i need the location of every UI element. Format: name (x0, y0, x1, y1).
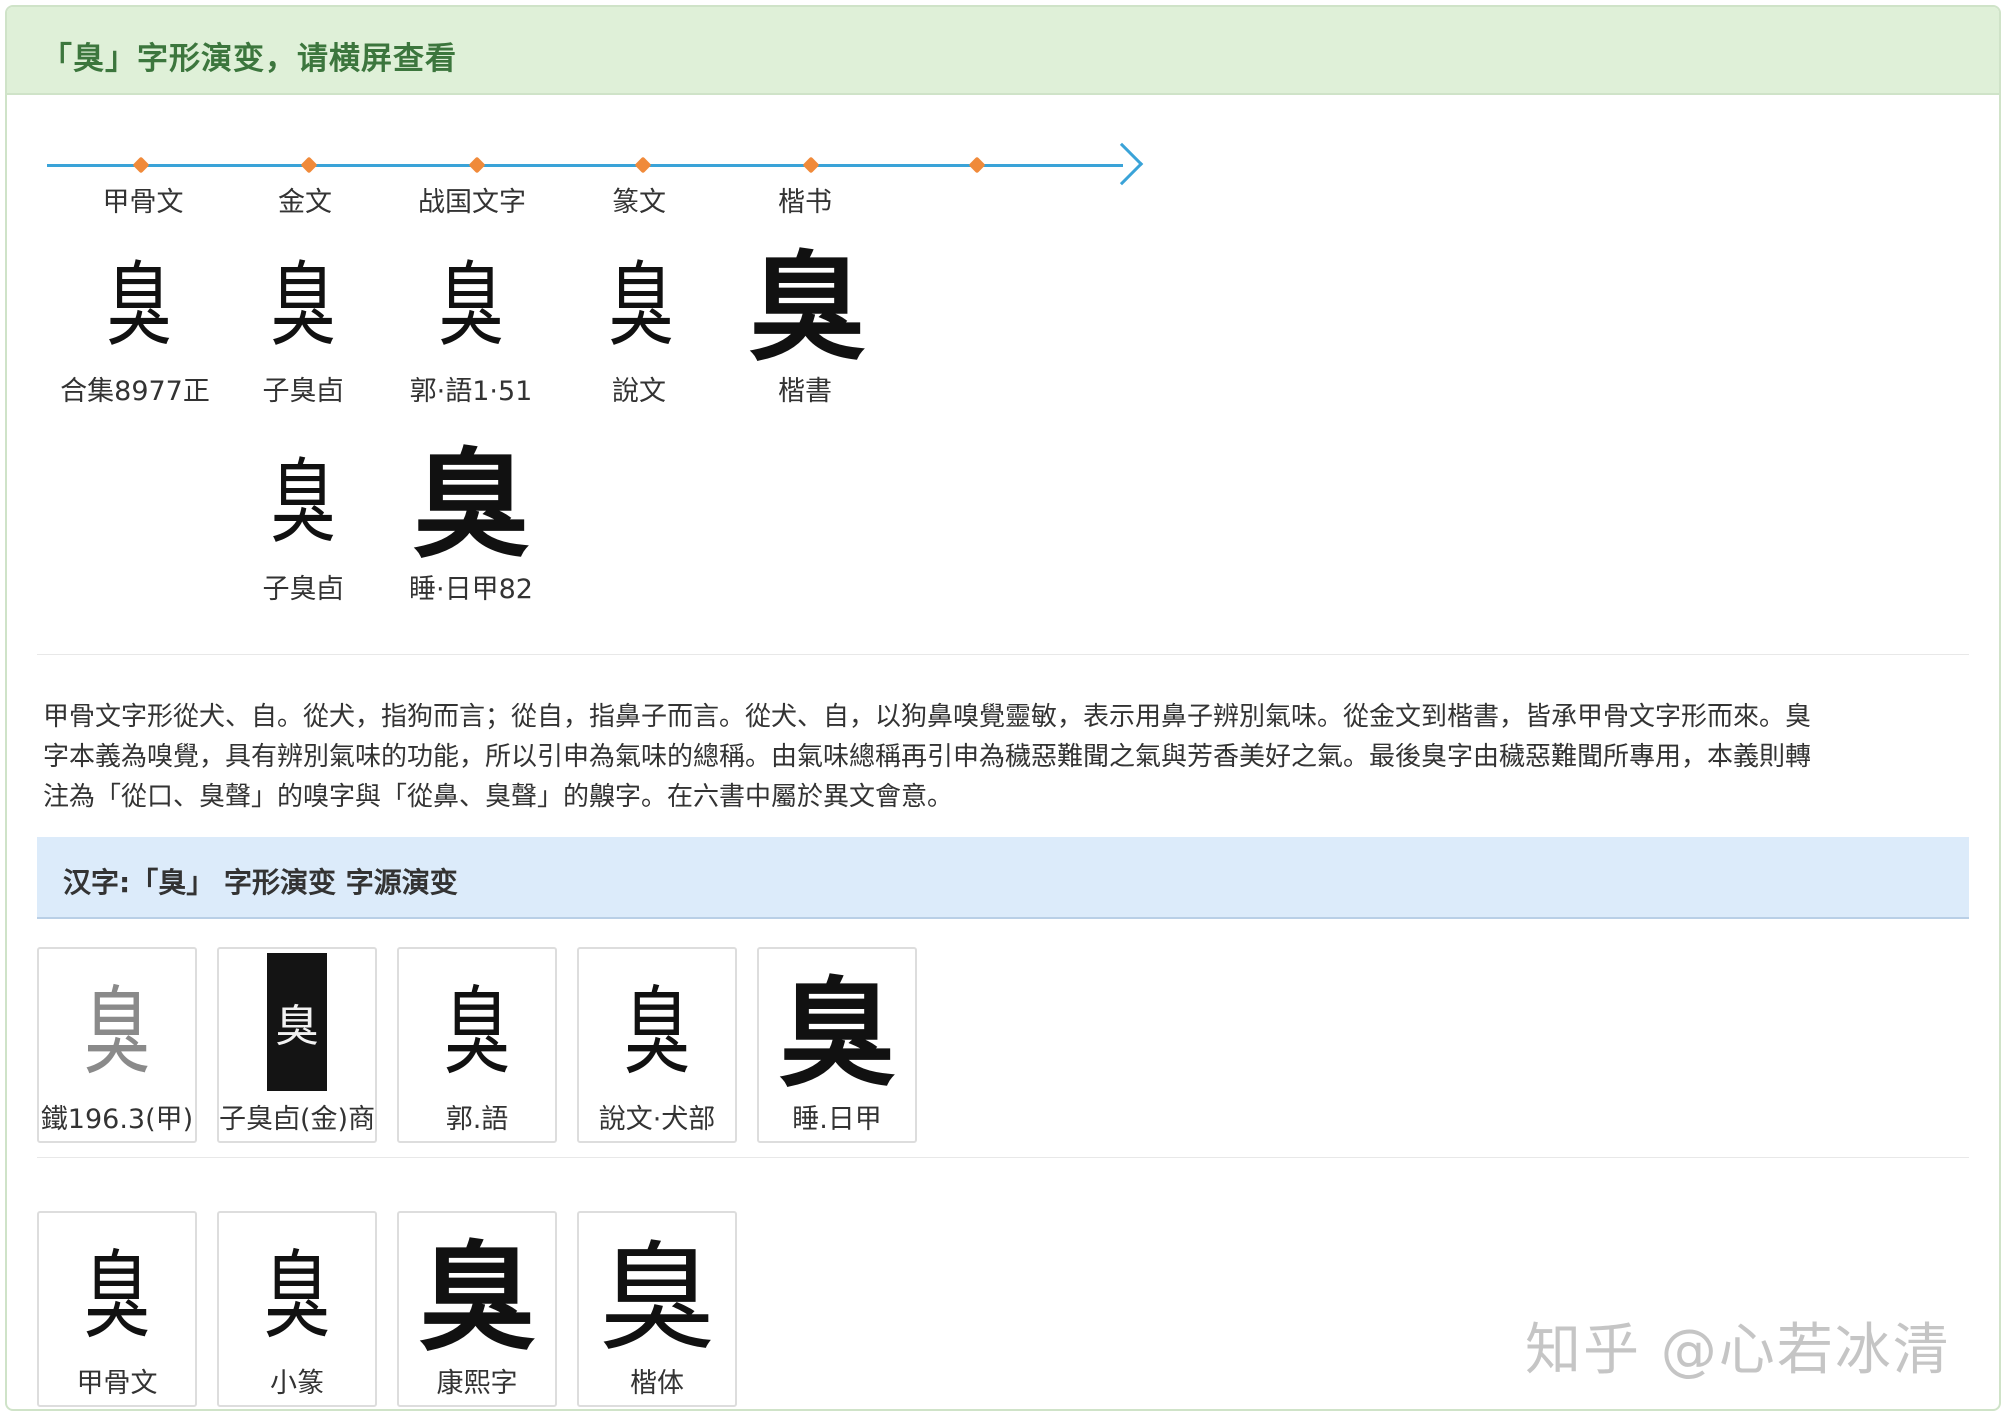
glyph-card[interactable]: 臭 康熙字 (397, 1211, 557, 1407)
glyph-image: 臭 (83, 1239, 151, 1352)
paragraph-line: 甲骨文字形從犬、自。從犬，指狗而言；從自，指鼻子而言。從犬、自，以狗鼻嗅覺靈敏，… (43, 702, 1812, 732)
glyph-evolution-panel: 「臭」字形演变，请横屏查看 甲骨文 金文 战国文字 篆文 楷书 臭 臭 臭 臭 … (5, 5, 2001, 1411)
glyph-card-label: 楷体 (630, 1368, 684, 1399)
subsection-header: 汉字:「臭」 字形演变 字源演变 (37, 837, 1969, 919)
glyph-card[interactable]: 臭 小篆 (217, 1211, 377, 1407)
glyph-card-label: 小篆 (270, 1368, 324, 1399)
timeline-line (47, 164, 1123, 167)
glyph-image: 臭 (607, 251, 675, 359)
section-divider (37, 654, 1969, 655)
glyph-image: 臭 (263, 1239, 331, 1352)
glyph-image: 臭 (597, 1228, 716, 1367)
timeline-dot (968, 156, 986, 174)
glyph-image: 臭 (411, 434, 530, 574)
glyph-card[interactable]: 臭 說文·犬部 (577, 947, 737, 1143)
glyph-card-label: 子臭卣(金)商 (219, 1104, 376, 1135)
glyph-image: 臭 (83, 975, 151, 1088)
panel-header: 「臭」字形演变，请横屏查看 (7, 7, 1999, 95)
panel-title: 「臭」字形演变，请横屏查看 (41, 41, 457, 77)
subsection-title: 汉字:「臭」 字形演变 字源演变 (63, 866, 458, 899)
etymology-paragraph: 甲骨文字形從犬、自。從犬，指狗而言；從自，指鼻子而言。從犬、自，以狗鼻嗅覺靈敏，… (43, 697, 1973, 817)
glyph-card[interactable]: 臭 子臭卣(金)商 (217, 947, 377, 1143)
paragraph-line: 字本義為嗅覺，具有辨別氣味的功能，所以引申為氣味的總稱。由氣味總稱再引申為穢惡難… (43, 742, 1812, 772)
glyph-card-label: 康熙字 (436, 1368, 518, 1399)
glyph-image: 臭 (417, 1227, 536, 1367)
glyph-image: 臭 (269, 448, 337, 556)
glyph-card-label: 郭.語 (445, 1104, 509, 1135)
glyph-image: 臭 (747, 237, 866, 377)
glyph-card[interactable]: 臭 郭.語 (397, 947, 557, 1143)
glyph-card[interactable]: 臭 甲骨文 (37, 1211, 197, 1407)
era-label: 战国文字 (418, 187, 526, 218)
era-label: 甲骨文 (102, 187, 184, 218)
glyph-card[interactable]: 臭 楷体 (577, 1211, 737, 1407)
glyph-source: 楷書 (778, 376, 832, 407)
timeline-dot (468, 156, 486, 174)
glyph-card-label: 甲骨文 (76, 1368, 158, 1399)
glyph-image: 臭 (623, 975, 691, 1088)
glyph-card[interactable]: 臭 睡.日甲 (757, 947, 917, 1143)
timeline-dot (802, 156, 820, 174)
timeline-dot (634, 156, 652, 174)
era-label: 篆文 (612, 187, 666, 218)
glyph-image: 臭 (437, 251, 505, 359)
glyph-image: 臭 (267, 953, 327, 1091)
glyph-source: 睡·日甲82 (409, 574, 533, 605)
glyph-card[interactable]: 臭 鐵196.3(甲) (37, 947, 197, 1143)
glyph-image: 臭 (105, 251, 173, 359)
glyph-card-label: 說文·犬部 (598, 1104, 716, 1135)
glyph-card-label: 睡.日甲 (792, 1104, 882, 1135)
section-divider (37, 1157, 1969, 1158)
glyph-image: 臭 (443, 975, 511, 1088)
glyph-image: 臭 (777, 963, 896, 1103)
watermark: 知乎 @心若冰清 (1525, 1318, 1951, 1383)
paragraph-line: 注為「從口、臭聲」的嗅字與「從鼻、臭聲」的齅字。在六書中屬於異文會意。 (43, 782, 954, 812)
timeline-dot (132, 156, 150, 174)
timeline-arrow-icon (1100, 142, 1144, 186)
evolution-timeline (47, 135, 1147, 186)
era-label: 金文 (278, 187, 332, 218)
glyph-card-label: 鐵196.3(甲) (40, 1104, 194, 1135)
timeline-dot (300, 156, 318, 174)
glyph-image: 臭 (269, 251, 337, 359)
